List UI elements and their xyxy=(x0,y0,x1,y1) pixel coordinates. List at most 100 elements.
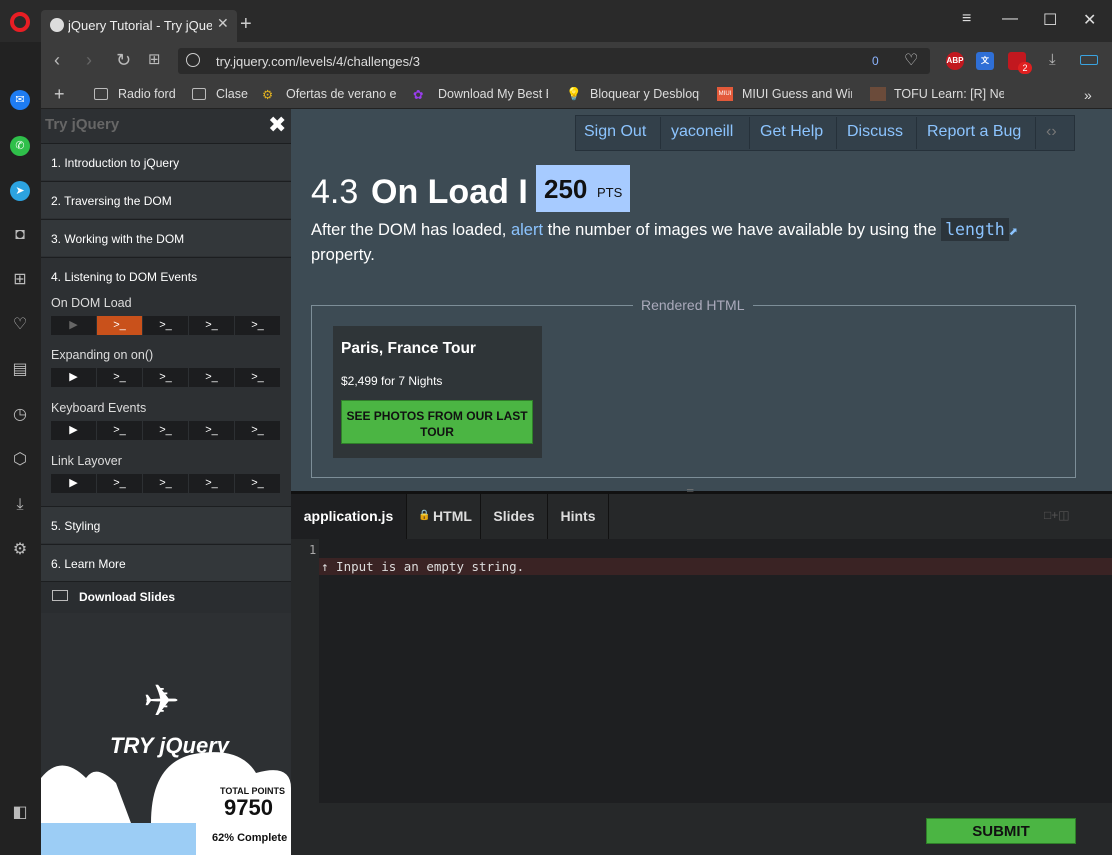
download-icon[interactable]: ⤓ xyxy=(1049,50,1056,70)
whatsapp-icon[interactable]: ✆ xyxy=(10,136,30,156)
speed-dial-icon[interactable]: ⊞ xyxy=(148,50,161,70)
download-icon[interactable]: ⤓ xyxy=(10,495,30,515)
download-slides-label[interactable]: Download Slides xyxy=(79,590,175,604)
level-item[interactable]: 2. Traversing the DOM xyxy=(41,181,291,218)
challenge-title: On Load I xyxy=(371,173,528,211)
code-editor xyxy=(291,491,1112,855)
translate-icon[interactable]: 文 xyxy=(976,52,994,70)
more-bookmarks-icon[interactable]: » xyxy=(1084,87,1092,103)
video-button[interactable]: ▶ xyxy=(51,368,96,387)
tab-close-icon[interactable]: ✕ xyxy=(217,15,229,32)
code-toggle-icon[interactable]: ‹› xyxy=(1046,123,1057,141)
challenge-button[interactable]: >_ xyxy=(189,316,234,335)
challenge-button[interactable]: >_ xyxy=(235,368,280,387)
tofu-favicon-icon xyxy=(870,87,886,101)
level-item[interactable]: 3. Working with the DOM xyxy=(41,219,291,256)
globe-icon[interactable] xyxy=(186,53,200,67)
minimize-icon[interactable]: — xyxy=(1002,10,1018,28)
messenger-icon[interactable]: ✉ xyxy=(10,90,30,110)
new-tab-icon[interactable]: + xyxy=(240,14,252,34)
level-item[interactable]: 1. Introduction to jQuery xyxy=(41,143,291,180)
video-button[interactable]: ▶ xyxy=(51,421,96,440)
length-link[interactable]: length xyxy=(941,218,1009,241)
bookmark-item[interactable]: MIUI Guess and Win xyxy=(742,87,852,101)
level-item[interactable]: 6. Learn More xyxy=(41,544,291,581)
submit-button[interactable]: SUBMIT xyxy=(926,818,1076,844)
challenge-row: ▶ >_ >_ >_ >_ xyxy=(51,474,280,493)
challenge-row: ▶ >_ >_ >_ >_ xyxy=(51,368,280,387)
battery-icon[interactable] xyxy=(1080,55,1098,65)
user-link[interactable]: yaconeill xyxy=(671,123,733,141)
tab-slides[interactable]: Slides xyxy=(481,494,548,539)
adblock-icon[interactable]: ABP xyxy=(946,52,964,70)
bookmark-item[interactable]: Ofertas de verano en xyxy=(286,87,396,101)
settings-icon[interactable]: ⚙ xyxy=(10,540,30,560)
alert-link[interactable]: alert xyxy=(511,221,543,239)
sign-out-link[interactable]: Sign Out xyxy=(584,123,646,141)
see-photos-button[interactable]: SEE PHOTOS FROM OUR LAST TOUR xyxy=(341,400,533,444)
sub-section-label[interactable]: On DOM Load xyxy=(51,296,132,310)
challenge-button[interactable]: >_ xyxy=(143,421,188,440)
video-button[interactable]: ▶ xyxy=(51,474,96,493)
challenge-button[interactable]: >_ xyxy=(97,368,142,387)
challenge-button[interactable]: >_ xyxy=(235,316,280,335)
bookmark-item[interactable]: TOFU Learn: [R] New xyxy=(894,87,1004,101)
external-link-icon: ⬈ xyxy=(1008,226,1018,238)
challenge-button[interactable]: >_ xyxy=(235,474,280,493)
sidebar-toggle-icon[interactable]: ◧ xyxy=(10,803,30,823)
sub-section-label[interactable]: Expanding on on() xyxy=(51,348,153,362)
layout-toggle-icon[interactable]: □+◫ xyxy=(1044,508,1070,522)
airplane-icon: ✈ xyxy=(143,677,180,726)
maximize-icon[interactable]: ☐ xyxy=(1043,10,1057,30)
reload-icon[interactable]: ↻ xyxy=(116,50,131,70)
points-value: 250 xyxy=(544,174,588,204)
sub-section-label[interactable]: Keyboard Events xyxy=(51,401,146,415)
challenge-button[interactable]: >_ xyxy=(189,368,234,387)
challenge-button[interactable]: >_ xyxy=(143,368,188,387)
bookmark-item[interactable]: Download My Best E xyxy=(438,87,548,101)
bookmark-item[interactable]: Bloquear y Desbloque xyxy=(590,87,700,101)
challenge-button[interactable]: >_ xyxy=(189,421,234,440)
lock-icon: 🔒 xyxy=(418,510,431,521)
report-bug-link[interactable]: Report a Bug xyxy=(927,123,1021,141)
challenge-button[interactable]: >_ xyxy=(143,474,188,493)
camera-icon[interactable]: ◘ xyxy=(10,225,30,245)
challenge-button[interactable]: >_ xyxy=(143,316,188,335)
tab-menu-icon[interactable]: ≡ xyxy=(962,10,971,28)
challenge-button[interactable]: >_ xyxy=(97,474,142,493)
back-icon[interactable]: ‹ xyxy=(54,50,60,70)
nav-divider xyxy=(836,117,837,149)
line-gutter xyxy=(291,539,319,803)
miui-favicon-icon: MIUI xyxy=(717,87,733,101)
url-text[interactable]: try.jquery.com/levels/4/challenges/3 xyxy=(216,54,420,69)
tab-application-js[interactable]: application.js xyxy=(291,494,407,539)
close-icon[interactable]: ✖ xyxy=(268,112,286,138)
discuss-link[interactable]: Discuss xyxy=(847,123,903,141)
telegram-icon[interactable]: ➤ xyxy=(10,181,30,201)
cube-icon[interactable]: ⬡ xyxy=(10,450,30,470)
get-help-link[interactable]: Get Help xyxy=(760,123,823,141)
tab-hints[interactable]: Hints xyxy=(548,494,609,539)
news-icon[interactable]: ▤ xyxy=(10,360,30,380)
video-button[interactable]: ▶ xyxy=(51,316,96,335)
opera-logo-icon[interactable] xyxy=(10,12,30,32)
bookmark-item[interactable]: Radio ford xyxy=(118,87,180,101)
challenge-button[interactable]: >_ xyxy=(97,421,142,440)
heart-icon[interactable]: ♡ xyxy=(904,50,918,70)
challenge-button[interactable]: >_ xyxy=(235,421,280,440)
lightbulb-icon: 💡 xyxy=(566,87,582,101)
challenge-button[interactable]: >_ xyxy=(189,474,234,493)
tracker-counter[interactable]: 0 xyxy=(872,54,879,68)
close-window-icon[interactable]: ✕ xyxy=(1083,10,1096,30)
level-item[interactable]: 5. Styling xyxy=(41,506,291,543)
forward-icon[interactable]: › xyxy=(86,50,92,70)
desc-text: the number of images we have available b… xyxy=(543,221,942,239)
sub-section-label[interactable]: Link Layover xyxy=(51,454,122,468)
grid-icon[interactable]: ⊞ xyxy=(10,270,30,290)
history-icon[interactable]: ◷ xyxy=(10,405,30,425)
bookmark-item[interactable]: Clase xyxy=(216,87,252,101)
challenge-button[interactable]: >_ xyxy=(97,316,142,335)
add-bookmark-icon[interactable]: + xyxy=(54,84,65,105)
heart-icon[interactable]: ♡ xyxy=(10,315,30,335)
challenge-description: After the DOM has loaded, alert the numb… xyxy=(311,218,1031,267)
